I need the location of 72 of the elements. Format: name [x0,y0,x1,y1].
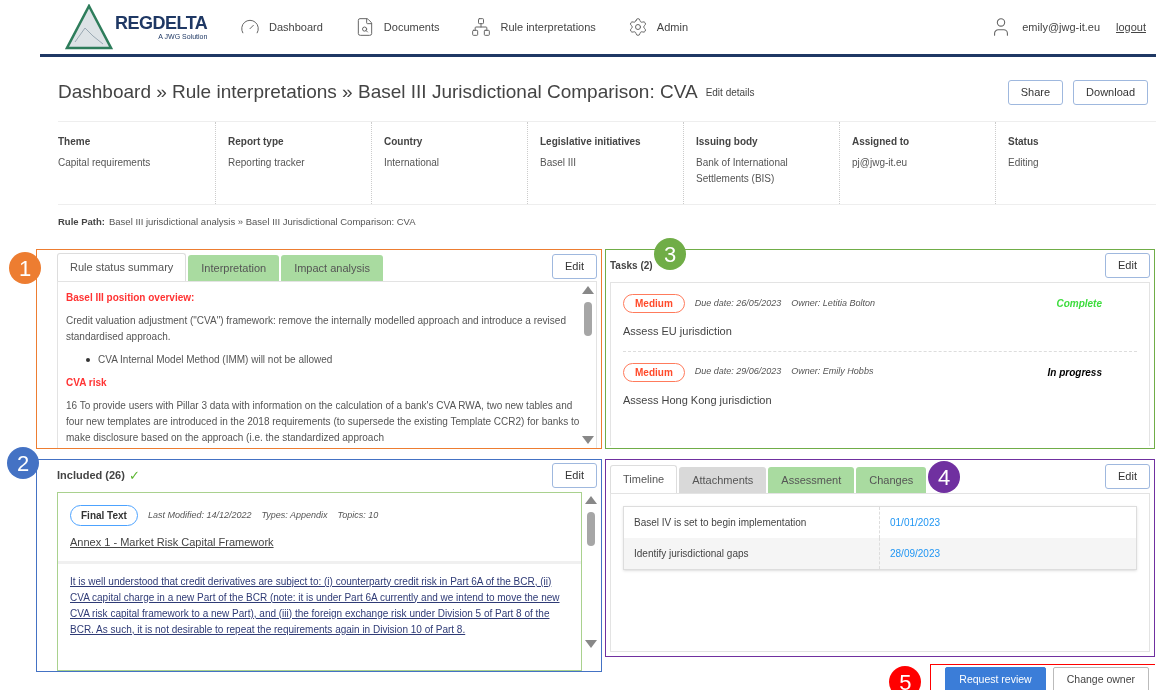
tab[interactable]: Timeline [610,464,678,493]
rule-path-value: Basel III jurisdictional analysis » Basel III Jurisdictional Comparison: CVA [109,214,416,229]
header-action-button[interactable]: Share [1007,79,1064,105]
due-date: Due date: 29/06/2023 [694,365,782,379]
section-heading: CVA risk [66,375,108,390]
document-excerpt[interactable]: It is well understood that credit derivatives are subject to: (i) counterparty credit risk in Part 6A of the BCR, (ii) CVA capital charge in a new Part of the BCR (note: it is under Part 6A currently and we intend to move the new CVA risk capital framework to a new Part), and (iii) the foreign exchange risk under Division 5 of Part 8 of the BCR. As such, it is not desirable to repeat the requirements again in Division 10 of Part 8. [58,563,581,638]
detail-value: Basel III [540,156,578,170]
edit-details-link[interactable]: Edit details [705,84,755,100]
callout-number: 2 [7,447,39,479]
task-owner: Owner: Emily Hobbs [791,365,874,379]
task-owner: Owner: Letitia Bolton [791,296,875,310]
tab[interactable]: Changes [856,466,927,493]
task-status: In progress [1047,365,1102,380]
detail-label: Theme [58,135,92,149]
tab[interactable]: Rule status summary [57,252,187,281]
bullet-icon [86,357,90,362]
bullet-text: CVA Internal Model Method (IMM) will not be allowed [98,352,333,367]
rule-path-label: Rule Path: [58,214,105,229]
tab[interactable]: Attachments [679,466,767,493]
tab[interactable]: Impact analysis [281,254,383,281]
detail-value: pj@jwg-it.eu [852,156,909,170]
document-meta: Types: Appendix [261,508,328,522]
nav-link[interactable]: Dashboard [240,17,323,37]
edit-button[interactable]: Edit [552,253,597,279]
nav-link[interactable]: Admin [627,17,689,37]
section-title: Included (26) [57,468,125,484]
check-mark: ✓ [128,466,140,485]
paragraph: Credit valuation adjustment ("CVA") framework: remove the internally modelled approach and introduce a revised standardised approach. [66,313,567,344]
table-cell: Identify jurisdictional gaps [624,537,880,569]
nav-link[interactable]: Documents [354,17,440,37]
tab[interactable]: Interpretation [188,254,280,281]
task-name: Assess EU jurisdiction [623,324,733,339]
section-heading: Basel III position overview: [66,290,196,305]
document-meta: Topics: 10 [337,508,379,522]
section-title: Tasks (2) [610,259,653,273]
callout-number: 5 [889,666,922,690]
detail-value: Editing [1008,156,1040,170]
action-button[interactable]: Change owner [1052,667,1149,690]
nav-link[interactable]: Rule interpretations [471,17,596,37]
header-action-button[interactable]: Download [1073,79,1148,105]
document-meta: Last Modified: 14/12/2022 [147,508,252,522]
table-cell: Basel IV is set to begin implementation [624,506,880,538]
edit-button[interactable]: Edit [552,463,597,488]
page-title: Dashboard » Rule interpretations » Basel III Jurisdictional Comparison: CVA [58,79,698,104]
detail-value: Capital requirements [58,156,152,170]
detail-value: Bank of International Settlements (BIS) [696,156,789,186]
callout-number: 1 [9,252,41,284]
hierarchy-icon [471,17,492,37]
detail-value: International [384,156,441,170]
detail-label: Issuing body [696,135,759,149]
detail-label: Legislative initiatives [540,135,642,149]
due-date: Due date: 26/05/2023 [694,296,782,310]
logo-wordmark: REGDELTA [115,14,208,32]
detail-value: Reporting tracker [228,156,306,170]
detail-label: Country [384,135,424,149]
action-button[interactable]: Request review [945,667,1046,690]
detail-label: Assigned to [852,135,911,149]
document-title-link[interactable]: Annex 1 - Market Risk Capital Framework [70,534,274,551]
callout-number: 4 [928,461,960,493]
triangle-logo-icon [65,4,113,50]
edit-button[interactable]: Edit [1105,253,1150,278]
paragraph: 16 To provide users with Pillar 3 data with information on the calculation of a bank's CVA RWA, two new tables and four new templates are introduced in the 2018 requirements (to supersede the existing Template CCR2) for banks to make disclosure based on the approach (i.e. the standardized approach [66,398,581,445]
task-status: Complete [1056,297,1102,311]
tab[interactable]: Assessment [768,466,855,493]
settings-icon [627,17,648,37]
task-name: Assess Hong Kong jurisdiction [623,392,773,408]
edit-button[interactable]: Edit [1105,463,1150,489]
detail-label: Report type [228,135,285,149]
callout-number: 3 [654,238,686,270]
detail-label: Status [1008,135,1040,149]
user-email: emily@jwg-it.eu [1022,19,1100,35]
logout-link[interactable]: logout [1116,18,1146,36]
